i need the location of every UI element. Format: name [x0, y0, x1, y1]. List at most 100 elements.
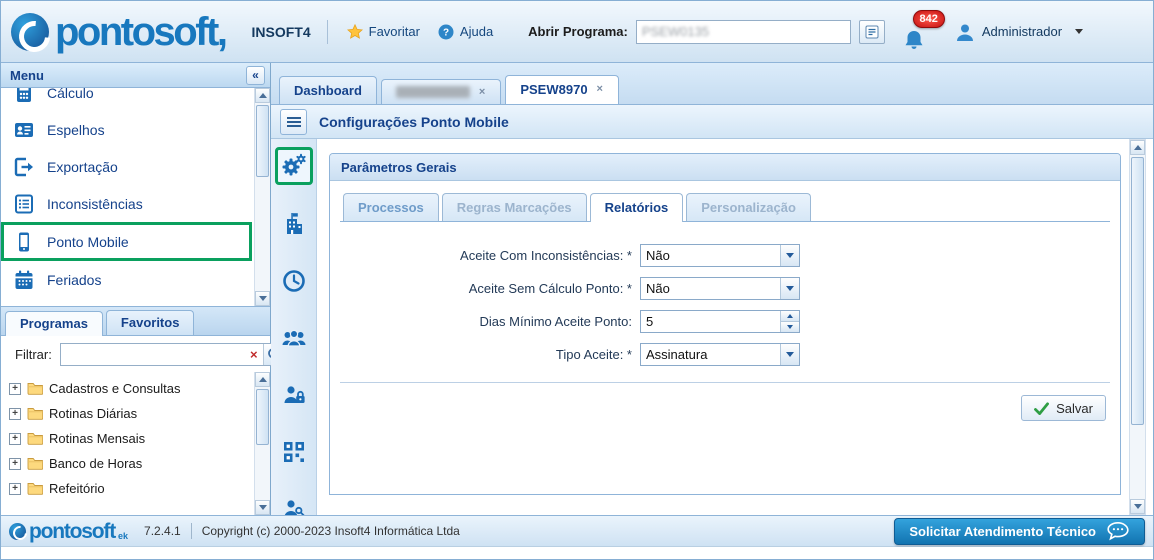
pontosoft-logo-icon — [9, 523, 26, 540]
chevron-down-icon — [786, 286, 794, 291]
sidebar-item-exportacao[interactable]: Exportação — [1, 148, 253, 185]
calendar-icon — [13, 269, 35, 291]
scroll-up-button[interactable] — [1130, 140, 1145, 155]
expand-icon[interactable]: + — [9, 433, 21, 445]
chevron-down-icon — [1075, 29, 1083, 34]
pontosoft-logo-text: pontosoft — [55, 12, 226, 52]
pontosoft-logo: pontosoft — [11, 12, 226, 52]
pontosoft-logo-icon — [11, 13, 49, 51]
favorite-label: Favoritar — [369, 24, 420, 39]
rail-company-button[interactable] — [276, 206, 312, 242]
spinner-down-button[interactable] — [781, 321, 799, 332]
sidebar-item-label: Inconsistências — [47, 196, 143, 212]
scroll-up-icon — [259, 93, 267, 98]
support-button-label: Solicitar Atendimento Técnico — [909, 524, 1096, 539]
scroll-up-button[interactable] — [255, 372, 270, 387]
rail-clock-button[interactable] — [276, 263, 312, 299]
scroll-down-button[interactable] — [255, 291, 270, 306]
filter-input[interactable] — [61, 344, 245, 365]
export-icon — [13, 156, 35, 178]
scrollbar-track[interactable] — [1130, 155, 1145, 499]
footer-logo-sub: ek — [118, 531, 128, 542]
tab-programas[interactable]: Programas — [5, 311, 103, 336]
tab-personalizacao[interactable]: Personalização — [686, 193, 811, 221]
settings-gears-icon — [280, 153, 308, 179]
scrollbar-thumb[interactable] — [256, 105, 269, 177]
tab-favoritos[interactable]: Favoritos — [106, 310, 195, 335]
sidebar-item-calculo[interactable]: Cálculo — [1, 88, 253, 111]
scroll-down-button[interactable] — [1130, 499, 1145, 514]
form-row: Aceite Com Inconsistências: * Não — [340, 244, 1110, 267]
sidebar-collapse-button[interactable]: « — [246, 66, 265, 85]
sidebar-item-feriados[interactable]: Feriados — [1, 261, 253, 298]
tab-dashboard[interactable]: Dashboard — [279, 76, 377, 104]
scrollbar-track[interactable] — [255, 103, 270, 291]
tree-scrollbar — [254, 372, 270, 515]
menu-toggle-button[interactable] — [280, 109, 307, 135]
select-value: Não — [641, 245, 780, 266]
tree-item-refeitorio[interactable]: + Refeitório — [9, 476, 253, 501]
rail-user-key-button[interactable] — [276, 491, 312, 515]
scrollbar-thumb[interactable] — [1131, 157, 1144, 425]
dias-minimo-aceite-spinner[interactable]: 5 — [640, 310, 800, 333]
user-menu[interactable]: Administrador — [955, 22, 1083, 42]
program-tree: + Cadastros e Consultas + Rotinas Diária… — [1, 372, 270, 515]
help-button[interactable]: ? Ajuda — [438, 24, 493, 40]
tipo-aceite-select[interactable]: Assinatura — [640, 343, 800, 366]
aceite-sem-calculo-select[interactable]: Não — [640, 277, 800, 300]
tree-item-cadastros[interactable]: + Cadastros e Consultas — [9, 376, 253, 401]
sidebar-item-inconsistencias[interactable]: Inconsistências — [1, 185, 253, 222]
expand-icon[interactable]: + — [9, 383, 21, 395]
rail-people-button[interactable] — [276, 320, 312, 356]
save-button[interactable]: Salvar — [1021, 395, 1106, 421]
folder-icon — [27, 432, 43, 445]
scrollbar-thumb[interactable] — [256, 389, 269, 445]
open-program-label: Abrir Programa: — [528, 24, 628, 39]
bottom-strip — [1, 547, 1153, 559]
tab-processos[interactable]: Processos — [343, 193, 439, 221]
scroll-down-button[interactable] — [255, 500, 270, 515]
close-icon[interactable]: × — [596, 84, 604, 95]
support-button[interactable]: Solicitar Atendimento Técnico — [894, 518, 1145, 545]
clear-filter-icon: × — [250, 348, 258, 361]
page-titlebar: Configurações Ponto Mobile — [271, 105, 1153, 139]
spinner-up-icon — [787, 314, 793, 318]
svg-text:?: ? — [443, 27, 449, 38]
sidebar-menu-list: Cálculo Espelhos Exportação — [1, 88, 270, 306]
expand-icon[interactable]: + — [9, 483, 21, 495]
form-lookup-icon — [865, 25, 879, 39]
aceite-com-inconsistencias-select[interactable]: Não — [640, 244, 800, 267]
spinner-up-button[interactable] — [781, 311, 799, 321]
open-program-input[interactable]: PSEW0135 — [636, 20, 851, 44]
tab-redacted[interactable]: × — [381, 79, 501, 104]
sidebar-item-label: Feriados — [47, 272, 101, 288]
chat-icon — [1106, 521, 1130, 541]
scroll-up-button[interactable] — [255, 88, 270, 103]
clear-filter-button[interactable]: × — [245, 344, 263, 365]
rail-settings-button[interactable] — [275, 147, 313, 185]
sidebar-item-ponto-mobile[interactable]: Ponto Mobile — [1, 222, 252, 261]
scrollbar-track[interactable] — [255, 387, 270, 500]
close-icon[interactable]: × — [478, 87, 486, 98]
dropdown-trigger[interactable] — [780, 278, 799, 299]
expand-icon[interactable]: + — [9, 408, 21, 420]
notifications-button[interactable]: 842 — [901, 10, 941, 54]
favorite-button[interactable]: Favoritar — [347, 24, 420, 40]
rail-user-lock-button[interactable] — [276, 377, 312, 413]
rail-qr-button[interactable] — [276, 434, 312, 470]
field-label: Aceite Com Inconsistências: * — [340, 248, 640, 263]
dropdown-trigger[interactable] — [780, 245, 799, 266]
hamburger-icon — [287, 121, 301, 123]
tree-item-rotinas-diarias[interactable]: + Rotinas Diárias — [9, 401, 253, 426]
tree-item-banco-horas[interactable]: + Banco de Horas — [9, 451, 253, 476]
program-lookup-button[interactable] — [859, 20, 885, 44]
tree-item-rotinas-mensais[interactable]: + Rotinas Mensais — [9, 426, 253, 451]
form-row: Tipo Aceite: * Assinatura — [340, 343, 1110, 366]
tab-psew8970[interactable]: PSEW8970 × — [505, 75, 619, 104]
tab-regras-marcacoes[interactable]: Regras Marcações — [442, 193, 587, 221]
expand-icon[interactable]: + — [9, 458, 21, 470]
tab-relatorios[interactable]: Relatórios — [590, 193, 684, 222]
scroll-down-icon — [1134, 504, 1142, 509]
dropdown-trigger[interactable] — [780, 344, 799, 365]
sidebar-item-espelhos[interactable]: Espelhos — [1, 111, 253, 148]
